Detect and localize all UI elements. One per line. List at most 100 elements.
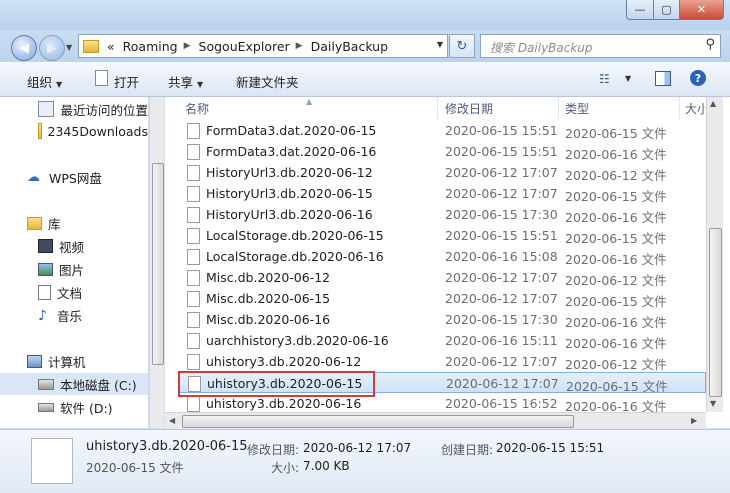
file-name: HistoryUrl3.db.2020-06-15 bbox=[206, 186, 373, 201]
scroll-down-icon[interactable]: ▼ bbox=[710, 399, 716, 408]
file-name: FormData3.dat.2020-06-15 bbox=[206, 123, 377, 138]
nav-item-label: 2345Downloads bbox=[47, 123, 148, 139]
close-button[interactable]: ✕ bbox=[680, 0, 724, 20]
nav-item-videos[interactable]: 视频 bbox=[0, 235, 148, 257]
nav-item-music[interactable]: ♪ 音乐 bbox=[0, 304, 148, 326]
minimize-button[interactable]: — bbox=[626, 0, 654, 20]
file-row[interactable]: FormData3.dat.2020-06-16 2020-06-15 15:51… bbox=[165, 141, 706, 162]
file-type: 2020-06-15 文件 bbox=[565, 126, 667, 141]
chevron-right-icon[interactable]: ▶ bbox=[184, 41, 191, 51]
file-row[interactable]: HistoryUrl3.db.2020-06-16 2020-06-15 17:3… bbox=[165, 204, 706, 225]
file-name: uhistory3.db.2020-06-12 bbox=[206, 354, 362, 369]
file-list-vertical-scrollbar[interactable]: ▲ ▼ bbox=[706, 97, 723, 412]
details-file-type: 2020-06-15 文件 bbox=[86, 461, 184, 475]
address-overflow[interactable]: « bbox=[107, 39, 115, 54]
file-icon bbox=[187, 270, 200, 286]
nav-item-wps-cloud[interactable]: ☁ WPS网盘 bbox=[0, 166, 148, 188]
refresh-button[interactable]: ↻ bbox=[449, 34, 475, 58]
picture-icon bbox=[38, 262, 53, 276]
organize-button[interactable]: 组织 ▼ bbox=[27, 72, 62, 91]
back-button[interactable]: ◀ bbox=[11, 35, 37, 61]
file-row[interactable]: Misc.db.2020-06-16 2020-06-15 17:30 2020-0… bbox=[165, 309, 706, 330]
file-date: 2020-06-15 15:51 bbox=[445, 144, 558, 159]
file-row[interactable]: Misc.db.2020-06-15 2020-06-12 17:07 2020-0… bbox=[165, 288, 706, 309]
address-segment-dailybackup[interactable]: DailyBackup bbox=[311, 39, 388, 54]
file-name: LocalStorage.db.2020-06-15 bbox=[206, 228, 384, 243]
address-segment-sogouexplorer[interactable]: SogouExplorer bbox=[199, 39, 290, 54]
file-date: 2020-06-12 17:07 bbox=[445, 270, 558, 285]
recent-pages-dropdown[interactable]: ▼ bbox=[66, 43, 72, 52]
title-bar: — ▢ ✕ bbox=[0, 0, 730, 30]
new-folder-button[interactable]: 新建文件夹 bbox=[236, 72, 299, 91]
file-date: 2020-06-16 15:08 bbox=[445, 249, 558, 264]
nav-item-label: WPS网盘 bbox=[49, 170, 102, 186]
search-input[interactable]: 搜索 DailyBackup ⚲ bbox=[480, 34, 721, 58]
nav-item-pictures[interactable]: 图片 bbox=[0, 258, 148, 280]
file-date: 2020-06-15 16:52 bbox=[445, 396, 558, 411]
explorer-window: — ▢ ✕ ◀ ▶ ▼ « Roaming ▶ SogouExplorer ▶ … bbox=[0, 0, 730, 493]
file-icon bbox=[187, 333, 200, 349]
file-row[interactable]: LocalStorage.db.2020-06-15 2020-06-15 15:… bbox=[165, 225, 706, 246]
nav-item-drive-d[interactable]: 软件 (D:) bbox=[0, 396, 148, 418]
navigation-pane: 最近访问的位置 2345Downloads ☁ WPS网盘 库 视频 图片 文档… bbox=[0, 97, 148, 428]
chevron-down-icon: ▼ bbox=[56, 80, 63, 89]
file-list-horizontal-scrollbar[interactable]: ◀ ▶ bbox=[165, 412, 706, 429]
nav-item-recent-places[interactable]: 最近访问的位置 bbox=[0, 98, 148, 120]
refresh-icon: ↻ bbox=[456, 38, 468, 54]
scroll-up-icon[interactable]: ▲ bbox=[710, 99, 716, 108]
file-row[interactable]: uhistory3.db.2020-06-12 2020-06-12 17:07 2… bbox=[165, 351, 706, 372]
file-type: 2020-06-15 文件 bbox=[565, 189, 667, 204]
annotation-highlight-box bbox=[178, 371, 375, 397]
file-row[interactable]: uarchhistory3.db.2020-06-16 2020-06-16 15… bbox=[165, 330, 706, 351]
command-bar: 组织 ▼ 打开 共享 ▼ 新建文件夹 bbox=[0, 62, 730, 97]
scrollbar-thumb[interactable] bbox=[182, 415, 574, 428]
address-bar[interactable]: « Roaming ▶ SogouExplorer ▶ DailyBackup … bbox=[78, 34, 448, 58]
details-size-value: 7.00 KB bbox=[303, 459, 350, 473]
file-name: LocalStorage.db.2020-06-16 bbox=[206, 249, 384, 264]
address-segment-roaming[interactable]: Roaming bbox=[123, 39, 178, 54]
forward-button[interactable]: ▶ bbox=[39, 35, 65, 61]
help-icon[interactable]: ? bbox=[690, 70, 706, 86]
chevron-right-icon[interactable]: ▶ bbox=[296, 41, 303, 51]
file-large-icon bbox=[31, 438, 73, 484]
column-header-name[interactable]: 名称 bbox=[165, 97, 438, 119]
maximize-button[interactable]: ▢ bbox=[654, 0, 680, 20]
file-row[interactable]: FormData3.dat.2020-06-15 2020-06-15 15:51… bbox=[165, 120, 706, 141]
folder-icon bbox=[83, 39, 99, 53]
chevron-down-icon[interactable]: ▼ bbox=[625, 74, 631, 83]
drive-icon bbox=[38, 378, 54, 390]
nav-item-computer[interactable]: 计算机 bbox=[0, 350, 148, 372]
file-row[interactable]: HistoryUrl3.db.2020-06-12 2020-06-12 17:0… bbox=[165, 162, 706, 183]
navigation-pane-scrollbar[interactable] bbox=[149, 97, 164, 428]
view-options-icon[interactable]: ☷ bbox=[599, 72, 610, 86]
file-icon bbox=[95, 70, 108, 86]
nav-item-local-disk-c[interactable]: 本地磁盘 (C:) bbox=[0, 373, 148, 395]
file-icon bbox=[187, 396, 200, 412]
file-row[interactable]: HistoryUrl3.db.2020-06-15 2020-06-12 17:0… bbox=[165, 183, 706, 204]
scrollbar-thumb[interactable] bbox=[709, 228, 722, 397]
column-header-type[interactable]: 类型 bbox=[560, 97, 680, 119]
file-date: 2020-06-12 17:07 bbox=[445, 291, 558, 306]
video-icon bbox=[38, 239, 53, 253]
library-icon bbox=[27, 216, 42, 230]
scroll-left-icon[interactable]: ◀ bbox=[169, 416, 175, 425]
nav-item-libraries[interactable]: 库 bbox=[0, 212, 148, 234]
file-date: 2020-06-15 17:30 bbox=[445, 312, 558, 327]
preview-pane-icon[interactable] bbox=[655, 71, 671, 86]
scrollbar-thumb[interactable] bbox=[152, 163, 164, 365]
file-date: 2020-06-16 15:11 bbox=[445, 333, 558, 348]
file-name: FormData3.dat.2020-06-16 bbox=[206, 144, 377, 159]
file-row[interactable]: LocalStorage.db.2020-06-16 2020-06-16 15:… bbox=[165, 246, 706, 267]
chevron-down-icon[interactable]: ▼ bbox=[437, 40, 443, 49]
file-row[interactable]: Misc.db.2020-06-12 2020-06-12 17:07 2020-0… bbox=[165, 267, 706, 288]
column-header-date[interactable]: 修改日期 bbox=[439, 97, 559, 119]
share-button[interactable]: 共享 ▼ bbox=[168, 72, 203, 91]
nav-item-label: 计算机 bbox=[48, 354, 86, 370]
nav-item-documents[interactable]: 文档 bbox=[0, 281, 148, 303]
scroll-right-icon[interactable]: ▶ bbox=[691, 416, 697, 425]
details-modified-label: 修改日期: bbox=[247, 443, 300, 457]
nav-item-2345downloads[interactable]: 2345Downloads bbox=[0, 120, 148, 142]
search-icon[interactable]: ⚲ bbox=[705, 37, 715, 52]
file-date: 2020-06-12 17:07 bbox=[445, 186, 558, 201]
open-button[interactable]: 打开 bbox=[114, 72, 139, 91]
